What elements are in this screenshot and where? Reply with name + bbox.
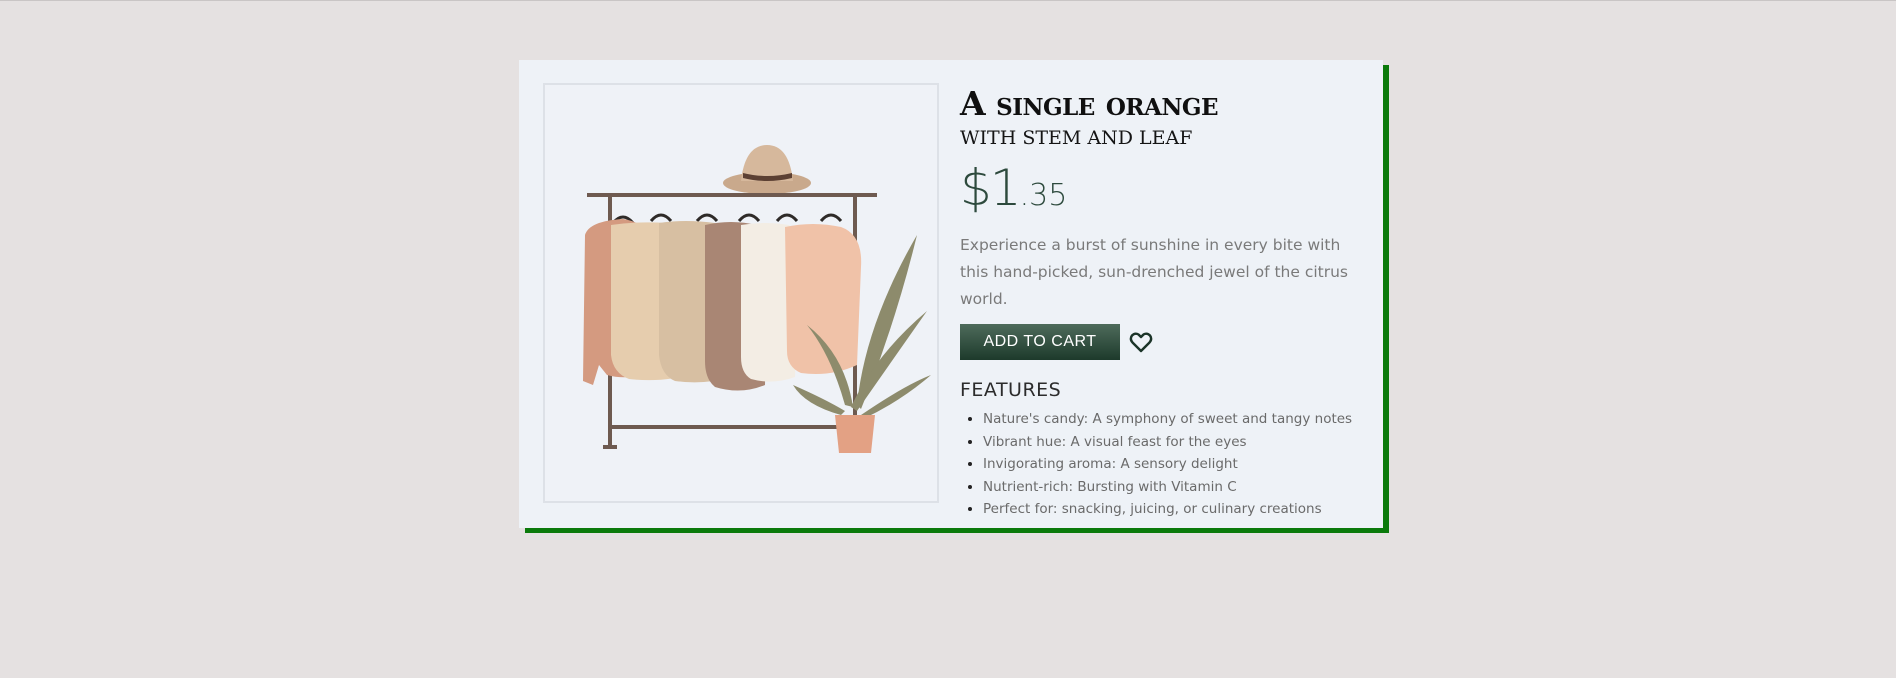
product-title: A single orange <box>960 84 1219 123</box>
features-list: Nature's candy: A symphony of sweet and … <box>960 408 1360 521</box>
product-description: Experience a burst of sunshine in every … <box>960 236 1348 308</box>
list-item: Perfect for: snacking, juicing, or culin… <box>983 498 1360 521</box>
clothing-rack-illustration <box>583 145 931 453</box>
product-subtitle: WITH STEM AND LEAF <box>960 127 1193 149</box>
top-divider <box>0 0 1896 1</box>
list-item: Invigorating aroma: A sensory delight <box>983 453 1360 476</box>
price-whole: $1 <box>960 159 1022 217</box>
list-item: Vibrant hue: A visual feast for the eyes <box>983 431 1360 454</box>
product-actions: ADD TO CART <box>960 324 1360 360</box>
product-image <box>543 83 939 503</box>
list-item: Nutrient-rich: Bursting with Vitamin C <box>983 476 1360 499</box>
price-cents: .35 <box>1019 178 1068 213</box>
product-card: A single orange WITH STEM AND LEAF $1.35… <box>519 60 1383 528</box>
features-heading: FEATURES <box>960 379 1062 401</box>
list-item: Nature's candy: A symphony of sweet and … <box>983 408 1360 431</box>
add-to-cart-button[interactable]: ADD TO CART <box>960 324 1120 360</box>
heart-icon[interactable] <box>1129 330 1153 354</box>
product-info: A single orange WITH STEM AND LEAF $1.35… <box>960 84 1360 521</box>
product-price: $1.35 <box>960 160 1360 216</box>
